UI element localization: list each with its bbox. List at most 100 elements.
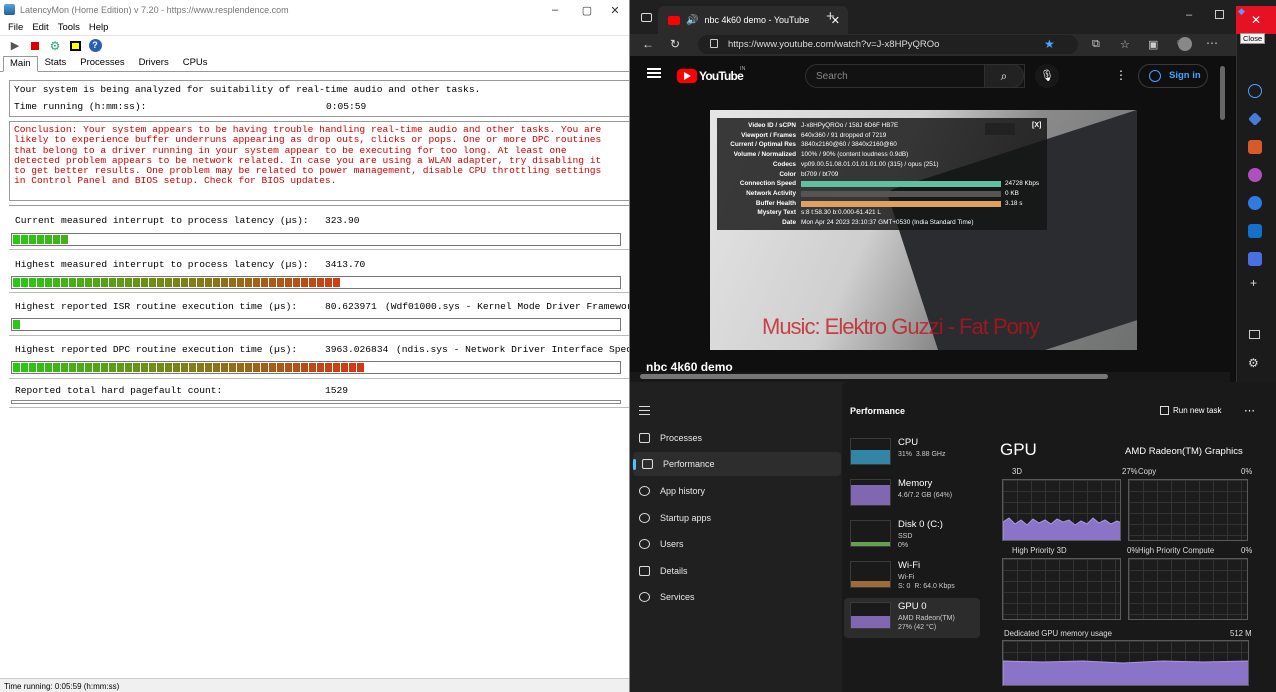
scrollbar-thumb[interactable] [640,374,1108,379]
tab-actions-icon[interactable] [641,13,652,22]
play-icon[interactable]: ▶ [8,39,22,53]
search-sidebar-icon[interactable] [1248,84,1262,98]
resource-detail: Wi-Fi S: 0 R: 64.0 Kbps [898,574,955,590]
conclusion-text: Conclusion: Your system appears to be ha… [14,124,602,187]
app-history-icon [639,486,650,496]
bar-segment [37,363,44,372]
bar-segment [85,363,92,372]
stop-icon[interactable] [28,39,42,53]
gpu-memory-plot [1003,660,1248,685]
shopping-tag-icon[interactable] [1248,112,1262,126]
window-title: LatencyMon (Home Edition) v 7.20 - https… [20,5,289,15]
sidebar-layout-icon[interactable] [1249,330,1260,339]
bar-segment [61,363,68,372]
nav-label: Startup apps [660,513,712,523]
microphone-icon[interactable]: 🎙 [1035,64,1059,88]
bar-segment [213,363,220,372]
tab-stats[interactable]: Stats [38,55,74,71]
metric-driver: (ndis.sys - Network Driver Interface Spe… [396,344,630,355]
latency-bar [11,276,621,289]
tab-processes[interactable]: Processes [73,55,131,71]
resource-detail: SSD 0% [898,533,913,549]
back-icon[interactable]: ← [642,37,654,51]
settings-dots-icon[interactable]: ⋮ [1115,68,1127,82]
graph-grid [1129,559,1247,619]
speaker-icon: 🔊 [686,14,699,26]
maximize-icon[interactable] [1215,10,1224,19]
new-tab-icon[interactable]: + [826,8,835,25]
nav-startup-apps[interactable]: Startup apps [630,506,838,530]
latency-bar [11,318,621,331]
memory-graph-value: 512 M [1230,629,1252,638]
metric-row: Highest reported DPC routine execution t… [9,336,630,379]
favorites-icon[interactable]: ☆ [1120,38,1130,51]
run-new-task-button[interactable]: Run new task [1160,406,1221,415]
tab-cpus[interactable]: CPUs [176,55,215,71]
nav-users[interactable]: Users [630,532,838,556]
sidebar-add-icon[interactable]: + [1250,276,1257,290]
menu-help[interactable]: Help [89,22,109,33]
monitor-icon[interactable]: ⚙ [48,39,62,53]
tab-title: nbc 4k60 demo - YouTube [704,15,810,25]
tab-main[interactable]: Main [3,56,38,72]
help-icon[interactable]: ? [88,39,102,53]
extensions-icon[interactable]: ⧉ [1092,38,1100,51]
bar-segment [29,278,36,287]
tools-icon[interactable] [1248,140,1262,154]
horizontal-scrollbar[interactable] [630,372,1230,382]
resource-item[interactable]: Disk 0 (C:) SSD 0% [844,516,980,556]
stats-panel-button[interactable] [985,123,1015,135]
nav-performance[interactable]: Performance [633,452,841,476]
designer-icon[interactable] [1248,252,1262,266]
collections-icon[interactable]: ▣ [1148,38,1158,51]
more-icon[interactable]: ⋯ [1206,36,1218,50]
nav-processes[interactable]: Processes [630,426,838,450]
nav-menu-icon[interactable] [639,406,650,415]
profile-avatar[interactable] [1178,37,1192,51]
bar-segment [221,363,228,372]
gpu-model: AMD Radeon(TM) Graphics [1125,446,1243,457]
bar-segment [269,278,276,287]
menu-tools[interactable]: Tools [58,22,80,33]
resource-name: Wi-Fi [898,560,921,571]
resource-item[interactable]: GPU 0 AMD Radeon(TM) 27% (42 °C) [844,598,980,638]
vertical-scrollbar-thumb[interactable] [1220,66,1225,120]
maximize-button[interactable]: ▢ [572,0,602,20]
bar-segment [29,363,36,372]
minimize-button[interactable]: – [540,0,570,20]
nav-services[interactable]: Services [630,585,838,609]
resource-item[interactable]: Wi-Fi Wi-Fi S: 0 R: 64.0 Kbps [844,557,980,597]
window-icon[interactable] [68,39,82,53]
favorite-star-icon[interactable]: ★ [1044,37,1055,51]
stats-close-button[interactable]: [X] [1032,122,1041,129]
microsoft-365-icon[interactable] [1248,196,1262,210]
copilot-icon[interactable]: ◆ [1238,6,1245,17]
sidebar-settings-icon[interactable]: ⚙ [1248,356,1259,370]
tab-drivers[interactable]: Drivers [132,55,176,71]
more-options-icon[interactable]: ⋯ [1244,404,1255,417]
resource-item[interactable]: Memory 4.6/7.2 GB (64%) [844,475,980,515]
menu-file[interactable]: File [8,22,23,33]
edge-window: 🔊 nbc 4k60 demo - YouTube ✕ + – ✕ ← ↻ ht… [630,0,1276,382]
video-player[interactable]: Video ID / sCPN J-x8HPyQROo / 158J 6D6F H… [710,110,1137,350]
youtube-logo-icon[interactable] [677,69,697,83]
region-code: IN [740,66,746,72]
hamburger-menu-icon[interactable] [647,68,661,78]
minimize-icon[interactable]: – [1186,9,1192,21]
menu-edit[interactable]: Edit [32,22,48,33]
bar-fill [12,319,21,330]
refresh-icon[interactable]: ↻ [670,37,680,51]
nav-app-history[interactable]: App history [630,479,838,503]
address-bar[interactable]: https://www.youtube.com/watch?v=J-x8HPyQ… [698,35,1078,54]
games-icon[interactable] [1248,168,1262,182]
browser-tab[interactable]: 🔊 nbc 4k60 demo - YouTube ✕ [658,6,848,34]
nav-details[interactable]: Details [630,559,838,583]
resource-item[interactable]: CPU 31% 3.88 GHz [844,434,980,474]
outlook-icon[interactable] [1248,224,1262,238]
bar-segment [125,278,132,287]
close-button[interactable]: ✕ [600,0,629,20]
bar-segment [325,278,332,287]
resource-thumbnail [850,520,891,547]
bar-segment [349,363,356,372]
search-button[interactable]: ⌕ [984,64,1024,88]
